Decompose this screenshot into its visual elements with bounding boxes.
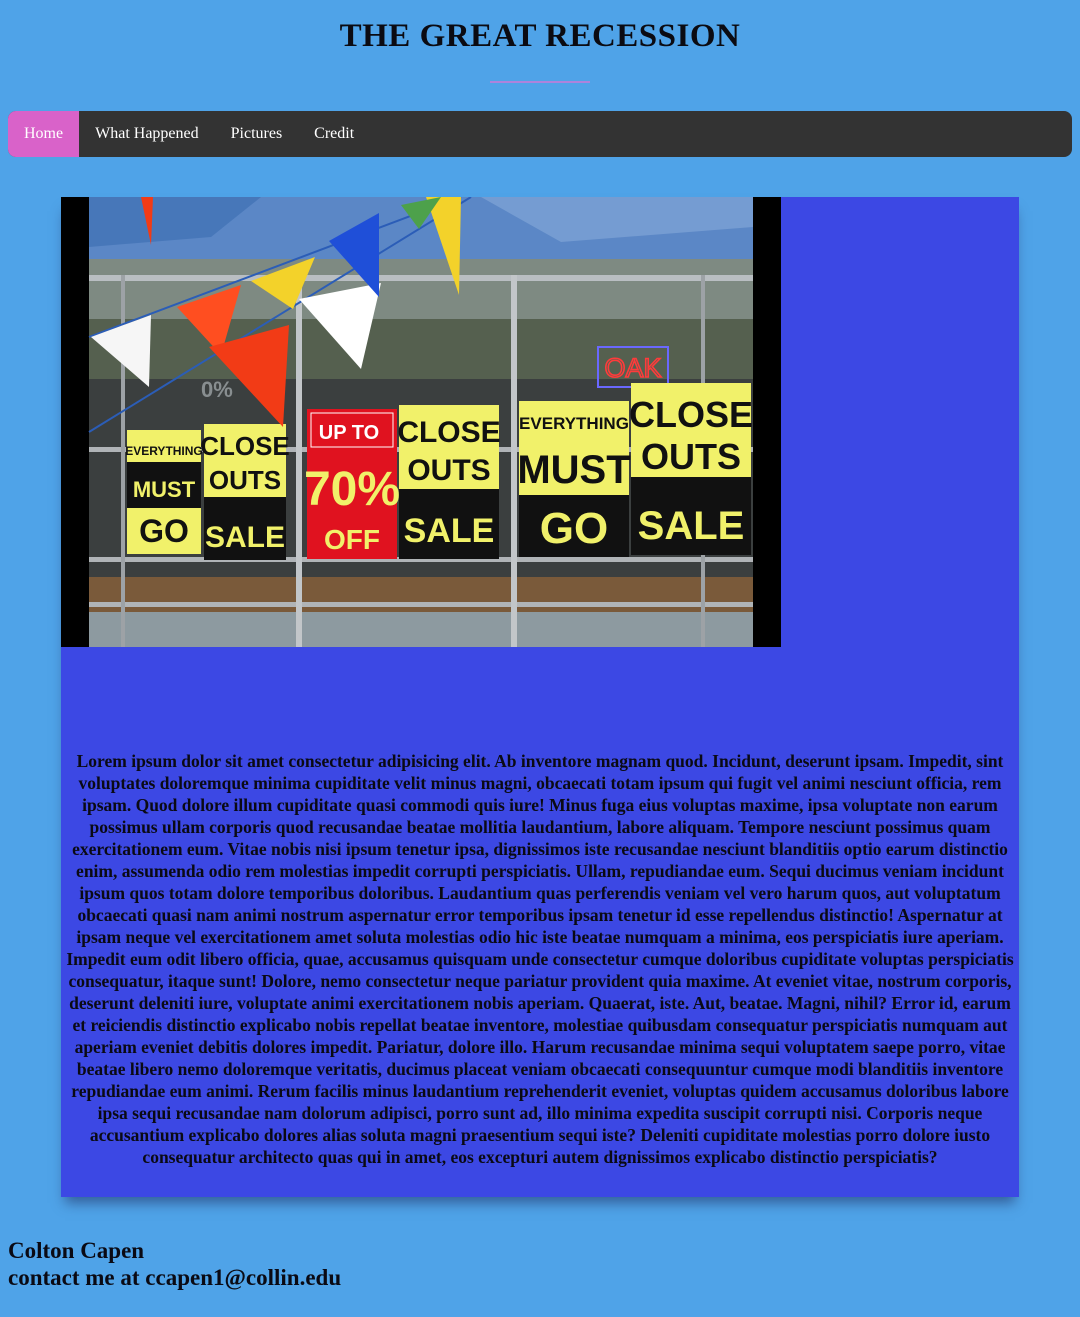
sign-up-to-70-off: UP TO 70% OFF — [304, 409, 400, 559]
nav-item-pictures[interactable]: Pictures — [215, 111, 299, 157]
nav-item-credit[interactable]: Credit — [298, 111, 370, 157]
nav-item-what-happened[interactable]: What Happened — [79, 111, 215, 157]
neon-sign-text: OAK — [604, 353, 661, 383]
svg-text:CLOSE: CLOSE — [629, 394, 753, 435]
svg-text:GO: GO — [139, 513, 189, 549]
nav-bar: Home What Happened Pictures Credit — [8, 111, 1072, 157]
svg-text:GO: GO — [540, 504, 608, 553]
svg-text:OUTS: OUTS — [641, 436, 741, 477]
svg-text:OUTS: OUTS — [209, 465, 281, 495]
svg-text:CLOSE: CLOSE — [397, 416, 500, 449]
footer: Colton Capen contact me at ccapen1@colli… — [8, 1237, 341, 1291]
svg-text:UP TO: UP TO — [319, 422, 379, 444]
svg-text:OFF: OFF — [324, 524, 380, 555]
svg-text:SALE: SALE — [404, 512, 495, 550]
sign-close-outs-sale-3: CLOSE OUTS SALE — [629, 383, 753, 555]
window-lettering: 0% — [201, 377, 233, 402]
svg-text:EVERYTHING: EVERYTHING — [125, 444, 203, 458]
svg-text:OUTS: OUTS — [407, 454, 490, 487]
svg-text:SALE: SALE — [205, 521, 285, 554]
svg-text:70%: 70% — [304, 463, 400, 516]
contact-line: contact me at ccapen1@collin.edu — [8, 1265, 342, 1290]
sign-everything-must-go-2: EVERYTHING MUST GO — [517, 401, 631, 557]
nav-item-home[interactable]: Home — [8, 111, 80, 157]
svg-text:SALE: SALE — [638, 504, 745, 548]
page: THE GREAT RECESSION Home What Happened P… — [0, 0, 1080, 1317]
sign-everything-must-go-1: EVERYTHING MUST GO — [125, 430, 203, 554]
body-paragraph: Lorem ipsum dolor sit amet consectetur a… — [66, 751, 1014, 1167]
svg-text:EVERYTHING: EVERYTHING — [519, 414, 629, 433]
sign-close-outs-sale-2: CLOSE OUTS SALE — [397, 405, 501, 559]
svg-text:MUST: MUST — [517, 448, 630, 492]
author-name: Colton Capen — [8, 1238, 145, 1263]
photo-scene: 0% OAK EVERYTHING MUST GO CLOSE OUTS SAL… — [61, 197, 781, 647]
site-title: THE GREAT RECESSION — [339, 18, 741, 54]
title-divider — [490, 81, 590, 83]
main-content: 0% OAK EVERYTHING MUST GO CLOSE OUTS SAL… — [61, 197, 1019, 1197]
sign-close-outs-sale-1: CLOSE OUTS SALE — [200, 424, 290, 560]
svg-text:MUST: MUST — [133, 477, 196, 502]
svg-text:CLOSE: CLOSE — [200, 431, 290, 461]
store-closeout-photo: 0% OAK EVERYTHING MUST GO CLOSE OUTS SAL… — [61, 197, 781, 647]
